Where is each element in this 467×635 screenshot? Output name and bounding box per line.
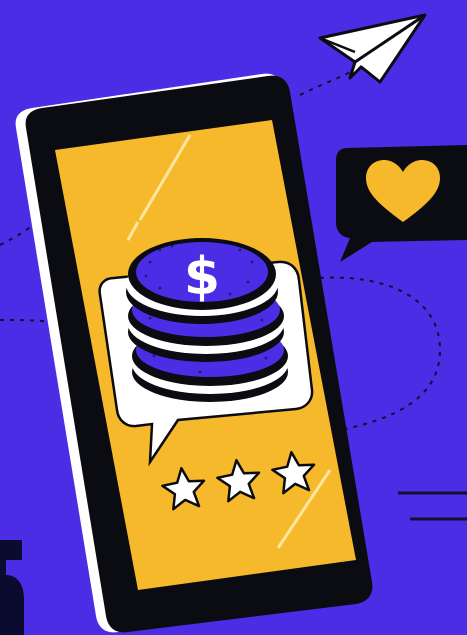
coin-stack: $	[126, 238, 288, 402]
dollar-coin-icon: $	[184, 247, 220, 307]
illustration: $	[0, 0, 467, 635]
partial-digit-shape	[0, 540, 24, 635]
scene: $	[0, 0, 467, 635]
